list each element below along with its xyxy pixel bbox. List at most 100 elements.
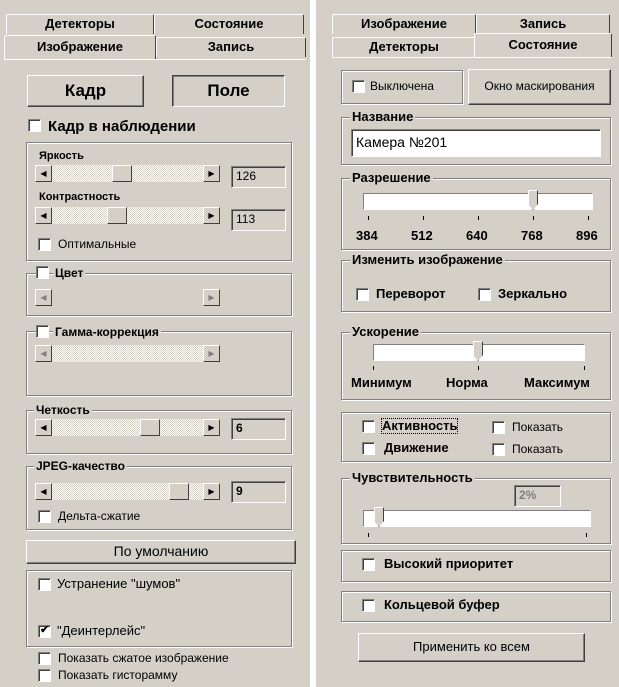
deinterlace-label: "Деинтерлейс"	[57, 623, 146, 638]
tick-mark	[368, 216, 369, 220]
sensitivity-value: 2%	[514, 485, 561, 507]
high-priority-checkbox[interactable]	[362, 558, 375, 571]
change-image-label: Изменить изображение	[350, 252, 505, 267]
jpeg-value[interactable]: 9	[231, 481, 286, 503]
noise-checkbox[interactable]: ✔	[38, 578, 51, 591]
color-scrollbar: ◀ ▶	[35, 289, 220, 306]
activity-checkbox[interactable]	[362, 420, 375, 433]
flip-label: Переворот	[376, 286, 446, 301]
show-histogram-checkbox[interactable]	[38, 669, 51, 682]
color-label: Цвет	[53, 266, 86, 280]
motion-checkbox[interactable]	[362, 442, 375, 455]
scroll-right-icon: ▶	[203, 345, 220, 362]
frame-button[interactable]: Кадр	[27, 75, 144, 107]
delta-checkbox[interactable]	[38, 510, 51, 523]
delta-label: Дельта-сжатие	[58, 509, 141, 523]
color-checkbox[interactable]	[36, 266, 49, 279]
tab-underline	[4, 59, 306, 60]
contrast-scrollbar[interactable]: ◀ ▶	[35, 207, 220, 224]
disabled-checkbox[interactable]	[352, 80, 365, 93]
tick-mark	[478, 216, 479, 220]
brightness-thumb[interactable]	[112, 165, 133, 182]
tab-state[interactable]: Состояние	[474, 33, 612, 57]
scroll-right-icon[interactable]: ▶	[203, 483, 220, 500]
show-compressed-label: Показать сжатое изображение	[58, 651, 229, 665]
tick-mark	[368, 533, 369, 537]
default-button[interactable]: По умолчанию	[26, 540, 296, 564]
sharpness-value[interactable]: 6	[231, 418, 286, 440]
gamma-scrollbar: ◀ ▶	[35, 345, 220, 362]
flip-checkbox[interactable]	[356, 288, 369, 301]
disabled-label: Выключена	[370, 79, 434, 93]
tab-state[interactable]: Состояние	[154, 14, 304, 34]
tab-image[interactable]: Изображение	[4, 35, 156, 59]
jpeg-label: JPEG-качество	[34, 459, 127, 473]
frame-observe-checkbox[interactable]	[28, 119, 41, 132]
jpeg-scrollbar[interactable]: ◀ ▶	[35, 483, 220, 500]
mask-window-button[interactable]: Окно маскирования	[468, 69, 611, 105]
name-group-label: Название	[350, 109, 416, 124]
sharpness-thumb[interactable]	[139, 419, 160, 436]
noise-label: Устранение "шумов"	[57, 576, 181, 591]
sharpness-scrollbar[interactable]: ◀ ▶	[35, 419, 220, 436]
gamma-group	[26, 331, 292, 396]
state-settings-panel: Изображение Запись Детекторы Состояние В…	[316, 0, 619, 687]
scroll-right-icon[interactable]: ▶	[203, 419, 220, 436]
brightness-scrollbar[interactable]: ◀ ▶	[35, 165, 220, 182]
sharpness-label: Четкость	[34, 403, 92, 417]
tick-mark	[373, 366, 374, 370]
scroll-left-icon[interactable]: ◀	[35, 165, 52, 182]
optimal-checkbox[interactable]	[38, 238, 51, 251]
show-motion-checkbox[interactable]	[492, 443, 505, 456]
brightness-value[interactable]: 126	[231, 166, 286, 188]
contrast-value[interactable]: 113	[231, 209, 286, 231]
tab-recording[interactable]: Запись	[156, 37, 306, 57]
ring-buffer-checkbox[interactable]	[362, 599, 375, 612]
acceleration-label: Ускорение	[350, 324, 422, 339]
tick-mark	[478, 366, 479, 370]
tick-mark	[423, 216, 424, 220]
scroll-right-icon[interactable]: ▶	[203, 207, 220, 224]
resolution-tick-label: 512	[411, 228, 433, 243]
contrast-thumb[interactable]	[107, 207, 128, 224]
sensitivity-slider[interactable]	[363, 510, 591, 527]
scroll-left-icon: ◀	[35, 345, 52, 362]
accel-min-label: Минимум	[351, 375, 412, 390]
field-button[interactable]: Поле	[172, 75, 285, 107]
tab-recording[interactable]: Запись	[476, 14, 610, 34]
apply-all-button[interactable]: Применить ко всем	[358, 633, 585, 662]
frame-observe-label: Кадр в наблюдении	[48, 118, 196, 135]
resolution-group-label: Разрешение	[350, 170, 433, 185]
tab-detectors[interactable]: Детекторы	[6, 14, 154, 34]
show-histogram-label: Показать гисторамму	[58, 668, 178, 682]
resolution-tick-label: 896	[576, 228, 598, 243]
scroll-left-icon[interactable]: ◀	[35, 483, 52, 500]
scroll-left-icon[interactable]: ◀	[35, 419, 52, 436]
resolution-tick-label: 640	[466, 228, 488, 243]
contrast-label: Контрастность	[39, 191, 121, 203]
tab-underline	[332, 57, 612, 58]
motion-label: Движение	[384, 440, 449, 455]
optimal-label: Оптимальные	[58, 237, 137, 251]
tab-image[interactable]: Изображение	[332, 14, 476, 34]
high-priority-label: Высокий приоритет	[384, 556, 514, 571]
accel-norm-label: Норма	[446, 375, 488, 390]
deinterlace-checkbox[interactable]: ✔	[38, 624, 51, 638]
scroll-left-icon[interactable]: ◀	[35, 207, 52, 224]
image-settings-panel: Детекторы Состояние Изображение Запись К…	[0, 0, 311, 687]
camera-name-input[interactable]: Камера №201	[351, 129, 601, 157]
mirror-checkbox[interactable]	[478, 288, 491, 301]
accel-max-label: Максимум	[524, 375, 590, 390]
show-compressed-checkbox[interactable]	[38, 652, 51, 665]
tab-detectors[interactable]: Детекторы	[332, 37, 476, 57]
show-activity-checkbox[interactable]	[492, 421, 505, 434]
resolution-slider[interactable]	[363, 193, 593, 210]
activity-label: Активность	[380, 418, 459, 434]
scroll-right-icon[interactable]: ▶	[203, 165, 220, 182]
show-motion-label: Показать	[512, 442, 564, 456]
gamma-checkbox[interactable]	[36, 325, 49, 338]
resolution-tick-label: 768	[521, 228, 543, 243]
scroll-left-icon: ◀	[35, 289, 52, 306]
jpeg-thumb[interactable]	[168, 483, 189, 500]
brightness-label: Яркость	[39, 150, 84, 162]
